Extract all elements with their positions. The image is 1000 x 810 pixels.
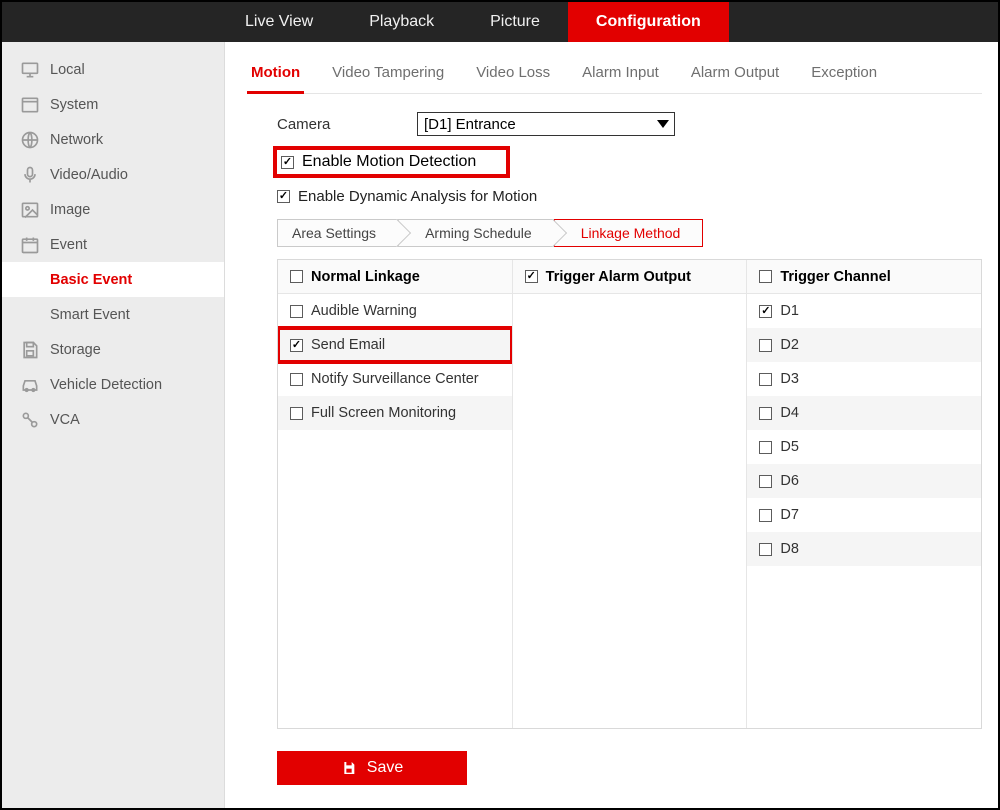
audible-warning-checkbox[interactable]	[290, 305, 303, 318]
row-label: D4	[780, 405, 799, 421]
d2-checkbox[interactable]	[759, 339, 772, 352]
window-icon	[20, 95, 40, 115]
top-nav: Live View Playback Picture Configuration	[2, 2, 998, 42]
sidebar-label: Event	[50, 237, 87, 253]
sidebar-sub-basic-event[interactable]: Basic Event	[2, 262, 224, 297]
d7-checkbox[interactable]	[759, 509, 772, 522]
tab-video-tampering[interactable]: Video Tampering	[328, 54, 448, 93]
enable-dynamic-checkbox[interactable]	[277, 190, 290, 203]
tab-alarm-input[interactable]: Alarm Input	[578, 54, 663, 93]
d1-checkbox[interactable]	[759, 305, 772, 318]
step-area-settings[interactable]: Area Settings	[277, 219, 399, 247]
linkage-table: Normal Linkage Audible Warning Send Emai…	[277, 259, 982, 729]
notify-center-checkbox[interactable]	[290, 373, 303, 386]
trigger-channel-header-checkbox[interactable]	[759, 270, 772, 283]
row-label: D3	[780, 371, 799, 387]
sidebar-label: Storage	[50, 342, 101, 358]
d8-checkbox[interactable]	[759, 543, 772, 556]
row-label: D7	[780, 507, 799, 523]
camera-select[interactable]: [D1] Entrance	[417, 112, 675, 136]
sidebar-item-system[interactable]: System	[2, 87, 224, 122]
camera-label: Camera	[277, 116, 417, 133]
sidebar-item-storage[interactable]: Storage	[2, 332, 224, 367]
link-icon	[20, 410, 40, 430]
motion-steps: Area Settings Arming Schedule Linkage Me…	[277, 219, 982, 247]
enable-motion-highlight: Enable Motion Detection	[273, 146, 510, 178]
trigger-alarm-header: Trigger Alarm Output	[546, 269, 691, 285]
tab-motion[interactable]: Motion	[247, 54, 304, 94]
tab-alarm-output[interactable]: Alarm Output	[687, 54, 783, 93]
d6-checkbox[interactable]	[759, 475, 772, 488]
car-icon	[20, 375, 40, 395]
row-label: Notify Surveillance Center	[311, 371, 479, 387]
full-screen-checkbox[interactable]	[290, 407, 303, 420]
sidebar-item-network[interactable]: Network	[2, 122, 224, 157]
sidebar-item-event[interactable]: Event	[2, 227, 224, 262]
event-subtabs: Motion Video Tampering Video Loss Alarm …	[247, 42, 982, 94]
mic-icon	[20, 165, 40, 185]
sidebar: Local System Network Video/Audio Image E…	[2, 42, 225, 808]
enable-motion-label: Enable Motion Detection	[302, 153, 476, 171]
row-label: Audible Warning	[311, 303, 417, 319]
row-label: Send Email	[311, 337, 385, 353]
topnav-playback[interactable]: Playback	[341, 2, 462, 42]
row-label: D6	[780, 473, 799, 489]
enable-dynamic-label: Enable Dynamic Analysis for Motion	[298, 188, 537, 205]
col-trigger-alarm-output: Trigger Alarm Output	[513, 260, 748, 728]
sidebar-sub-smart-event[interactable]: Smart Event	[2, 297, 224, 332]
step-arming-schedule[interactable]: Arming Schedule	[398, 219, 555, 247]
trigger-channel-header: Trigger Channel	[780, 269, 890, 285]
tab-video-loss[interactable]: Video Loss	[472, 54, 554, 93]
save-label: Save	[367, 759, 403, 777]
sidebar-label: Video/Audio	[50, 167, 128, 183]
image-icon	[20, 200, 40, 220]
globe-icon	[20, 130, 40, 150]
col-trigger-channel: Trigger Channel D1 D2 D3 D4 D5 D6 D7 D8	[747, 260, 981, 728]
d3-checkbox[interactable]	[759, 373, 772, 386]
sidebar-item-image[interactable]: Image	[2, 192, 224, 227]
sidebar-label: Image	[50, 202, 90, 218]
sidebar-label: Vehicle Detection	[50, 377, 162, 393]
d4-checkbox[interactable]	[759, 407, 772, 420]
main-panel: Motion Video Tampering Video Loss Alarm …	[225, 42, 998, 808]
col-normal-linkage: Normal Linkage Audible Warning Send Emai…	[278, 260, 513, 728]
save-icon	[341, 760, 357, 776]
sidebar-item-vca[interactable]: VCA	[2, 402, 224, 437]
topnav-picture[interactable]: Picture	[462, 2, 568, 42]
normal-linkage-header-checkbox[interactable]	[290, 270, 303, 283]
sidebar-label: VCA	[50, 412, 80, 428]
sidebar-label: System	[50, 97, 98, 113]
topnav-configuration[interactable]: Configuration	[568, 2, 729, 42]
sidebar-item-video-audio[interactable]: Video/Audio	[2, 157, 224, 192]
d5-checkbox[interactable]	[759, 441, 772, 454]
trigger-alarm-header-checkbox[interactable]	[525, 270, 538, 283]
row-label: D2	[780, 337, 799, 353]
row-label: D5	[780, 439, 799, 455]
topnav-live-view[interactable]: Live View	[217, 2, 341, 42]
row-label: Full Screen Monitoring	[311, 405, 456, 421]
sidebar-item-vehicle-detection[interactable]: Vehicle Detection	[2, 367, 224, 402]
save-button[interactable]: Save	[277, 751, 467, 785]
sidebar-label: Local	[50, 62, 85, 78]
normal-linkage-header: Normal Linkage	[311, 269, 420, 285]
monitor-icon	[20, 60, 40, 80]
sidebar-label: Network	[50, 132, 103, 148]
row-label: D8	[780, 541, 799, 557]
send-email-checkbox[interactable]	[290, 339, 303, 352]
sidebar-item-local[interactable]: Local	[2, 52, 224, 87]
enable-motion-checkbox[interactable]	[281, 156, 294, 169]
tab-exception[interactable]: Exception	[807, 54, 881, 93]
step-linkage-method[interactable]: Linkage Method	[554, 219, 704, 247]
row-label: D1	[780, 303, 799, 319]
calendar-icon	[20, 235, 40, 255]
save-icon	[20, 340, 40, 360]
send-email-row-highlight: Send Email	[278, 328, 512, 362]
